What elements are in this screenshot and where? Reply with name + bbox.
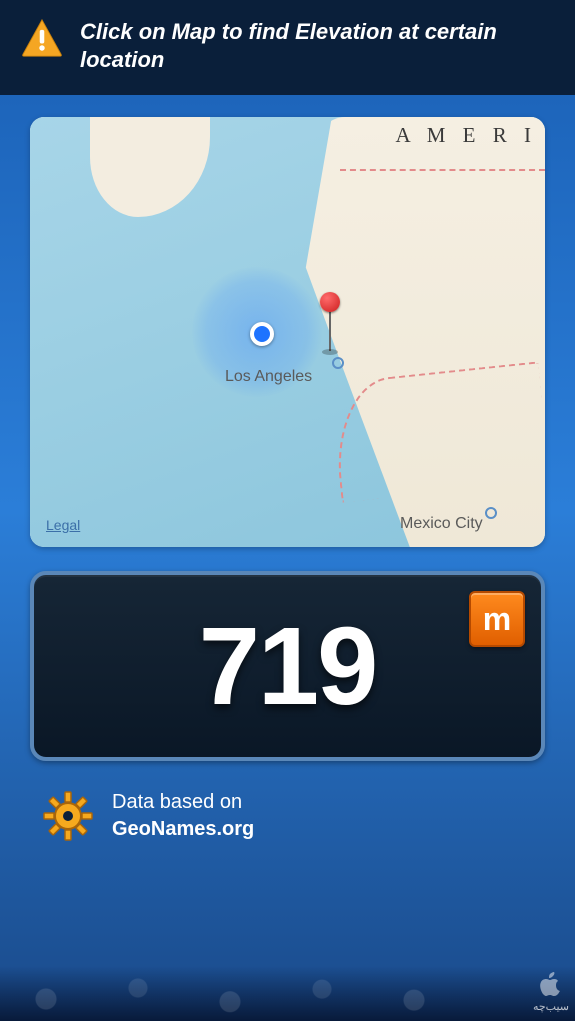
warning-icon (20, 18, 64, 58)
unit-toggle-button[interactable]: m (469, 591, 525, 647)
attribution-row: Data based on GeoNames.org (42, 789, 545, 843)
map-pin-shadow (322, 349, 338, 355)
user-location-dot (250, 322, 274, 346)
map-label-city: Mexico City (400, 515, 483, 533)
map-pin-icon[interactable] (320, 292, 340, 312)
store-watermark: سیب‌چه (533, 970, 569, 1013)
attribution-text: Data based on GeoNames.org (112, 789, 254, 843)
apple-icon (537, 970, 565, 998)
map-label-continent: A M E R I (395, 123, 537, 148)
map-canvas[interactable]: A M E R I Los Angeles Mexico City Legal (30, 117, 545, 547)
map-poi-ring (485, 507, 497, 519)
footer-decoration (0, 966, 575, 1021)
gear-icon (42, 790, 94, 842)
legal-link[interactable]: Legal (46, 517, 80, 533)
map-border (340, 169, 545, 171)
elevation-readout: 719 m (30, 571, 545, 761)
attribution-line1: Data based on (112, 789, 254, 816)
elevation-value: 719 (199, 603, 377, 730)
header-banner: Click on Map to find Elevation at certai… (0, 0, 575, 95)
map-poi-ring (332, 357, 344, 369)
attribution-line2: GeoNames.org (112, 816, 254, 843)
header-instruction: Click on Map to find Elevation at certai… (80, 18, 555, 73)
map-container[interactable]: A M E R I Los Angeles Mexico City Legal (30, 117, 545, 547)
map-label-city: Los Angeles (225, 368, 312, 386)
map-landmass (90, 117, 210, 217)
map-pin-stick (329, 311, 331, 351)
watermark-text: سیب‌چه (533, 1000, 569, 1013)
